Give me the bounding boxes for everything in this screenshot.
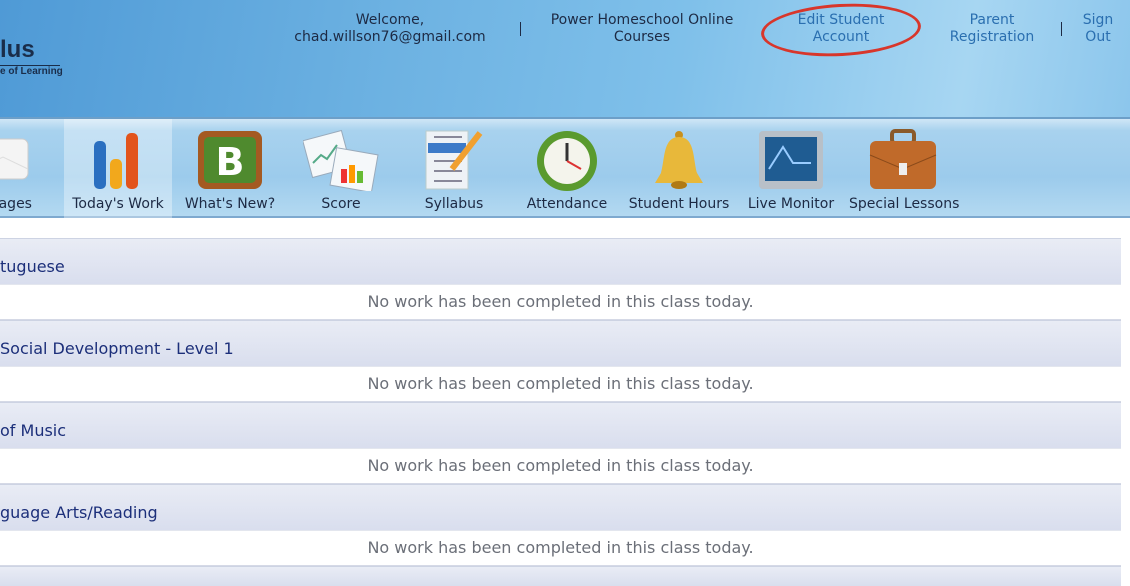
bell-icon (655, 131, 703, 189)
class-status: No work has been completed in this class… (0, 448, 1121, 484)
main-nav: ssages Today's Work B What's New? Score S… (0, 117, 1130, 218)
envelope-icon (0, 138, 29, 180)
nav-student-hours[interactable]: Student Hours (625, 119, 733, 218)
label: Out (1085, 29, 1111, 45)
label: Power Homeschool Online (550, 12, 734, 28)
label: Student Hours (628, 196, 730, 212)
label: Live Monitor (747, 196, 835, 212)
class-list: tuguese No work has been completed in thi… (0, 238, 1121, 586)
user-email: chad.willson76@gmail.com (294, 29, 486, 45)
divider (1061, 22, 1062, 36)
label: Attendance (526, 196, 608, 212)
nav-todays-work[interactable]: Today's Work (64, 119, 172, 218)
calendar-chart-icon (303, 129, 379, 191)
class-title-link[interactable]: guage Arts/Reading (0, 484, 1121, 530)
red-annotation-circle (759, 0, 923, 61)
class-section: Social Development - Level 1 No work has … (0, 320, 1121, 402)
label: Courses (613, 29, 671, 45)
label: Registration (949, 29, 1035, 45)
logo: lus (0, 36, 60, 66)
parent-registration-link[interactable]: Parent Registration (950, 12, 1034, 46)
checklist-pencil-icon (425, 130, 483, 190)
briefcase-icon (869, 129, 937, 189)
nav-whats-new[interactable]: B What's New? (176, 119, 284, 218)
power-homeschool-link[interactable]: Power Homeschool Online Courses (551, 12, 734, 46)
label: What's New? (184, 196, 276, 212)
label: Special Lessons (849, 196, 960, 212)
class-section: guage Arts/Reading No work has been compl… (0, 484, 1121, 566)
header: lus e of Learning Welcome, chad.willson76… (0, 0, 1130, 117)
class-title-link[interactable]: Social Development - Level 1 (0, 320, 1121, 366)
divider (520, 22, 521, 36)
blog-icon: B (198, 131, 262, 189)
clock-icon (537, 131, 597, 191)
nav-attendance[interactable]: Attendance (513, 119, 621, 218)
nav-live-monitor[interactable]: Live Monitor (737, 119, 845, 218)
logo-tagline: e of Learning (0, 66, 63, 77)
sign-out-link[interactable]: Sign Out (1083, 12, 1114, 46)
label: Syllabus (424, 196, 484, 212)
nav-messages[interactable]: ssages (0, 119, 62, 218)
bar-chart-icon (94, 133, 138, 189)
class-status: No work has been completed in this class… (0, 284, 1121, 320)
class-title-link[interactable]: of Music (0, 402, 1121, 448)
class-status: No work has been completed in this class… (0, 530, 1121, 566)
nav-score[interactable]: Score (287, 119, 395, 218)
svg-text:B: B (216, 140, 245, 184)
nav-special-lessons[interactable]: Special Lessons (849, 119, 960, 218)
label: Today's Work (72, 196, 164, 212)
welcome-label: Welcome, (355, 12, 425, 28)
monitor-icon (759, 131, 823, 189)
class-section: of Music No work has been completed in th… (0, 402, 1121, 484)
class-title-link[interactable]: tuguese (0, 238, 1121, 284)
label: Parent (969, 12, 1015, 28)
welcome-text: Welcome, chad.willson76@gmail.com (294, 12, 485, 46)
class-section-next (0, 566, 1121, 586)
class-status: No work has been completed in this class… (0, 366, 1121, 402)
class-section: tuguese No work has been completed in thi… (0, 238, 1121, 320)
label: Sign (1082, 12, 1114, 28)
label: ssages (0, 196, 32, 212)
label: Score (321, 196, 361, 212)
nav-syllabus[interactable]: Syllabus (400, 119, 508, 218)
